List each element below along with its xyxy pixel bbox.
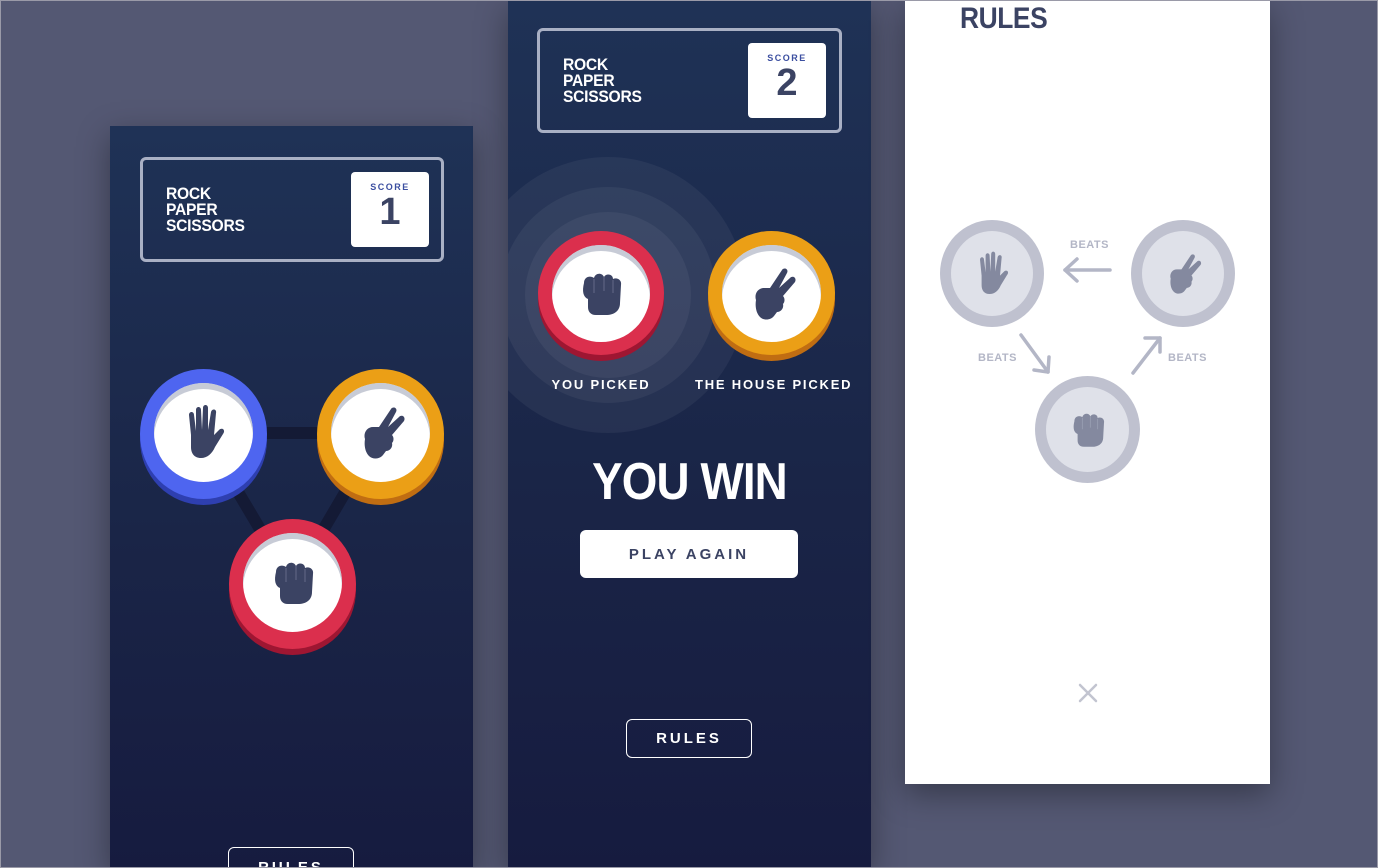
close-icon — [1078, 683, 1098, 703]
paper-icon — [179, 405, 229, 461]
result-panel: ROCK PAPER SCISSORS SCORE 2 YOU PICKED T… — [508, 0, 871, 868]
rules-button[interactable]: RULES — [626, 719, 752, 758]
rock-icon — [268, 558, 318, 608]
score-box: SCORE 2 — [748, 43, 826, 118]
score-value: 2 — [776, 62, 798, 104]
rules-modal: RULES BEATS BEATS BEATS — [905, 0, 1270, 784]
paper-choice-button[interactable] — [140, 369, 267, 499]
house-pick-scissors — [708, 231, 835, 355]
beats-label-left: BEATS — [978, 352, 1017, 364]
rock-icon — [576, 269, 626, 319]
result-text: YOU WIN — [592, 453, 788, 511]
rules-button[interactable]: RULES — [228, 847, 354, 868]
beats-label-right: BEATS — [1168, 352, 1207, 364]
house-picked-label: THE HOUSE PICKED — [695, 377, 853, 392]
scissors-icon — [355, 405, 407, 461]
game-board-panel: ROCK PAPER SCISSORS SCORE 1 RULES — [110, 126, 473, 868]
arrow-down-right-icon — [1019, 333, 1050, 374]
scissors-choice-button[interactable] — [317, 369, 444, 499]
game-title: ROCK PAPER SCISSORS — [563, 55, 642, 106]
rock-choice-button[interactable] — [229, 519, 356, 649]
scissors-icon — [746, 266, 798, 322]
triangle-connector — [197, 427, 386, 589]
play-again-button[interactable]: PLAY AGAIN — [580, 530, 798, 578]
beats-label-top: BEATS — [1070, 239, 1109, 251]
arrow-up-right-icon — [1131, 336, 1162, 375]
close-button[interactable] — [1076, 681, 1100, 705]
you-picked-label: YOU PICKED — [551, 377, 651, 392]
rules-arrows — [1019, 257, 1162, 375]
scoreboard-header: ROCK PAPER SCISSORS SCORE 2 — [537, 28, 842, 133]
player-pick-rock — [538, 231, 664, 355]
